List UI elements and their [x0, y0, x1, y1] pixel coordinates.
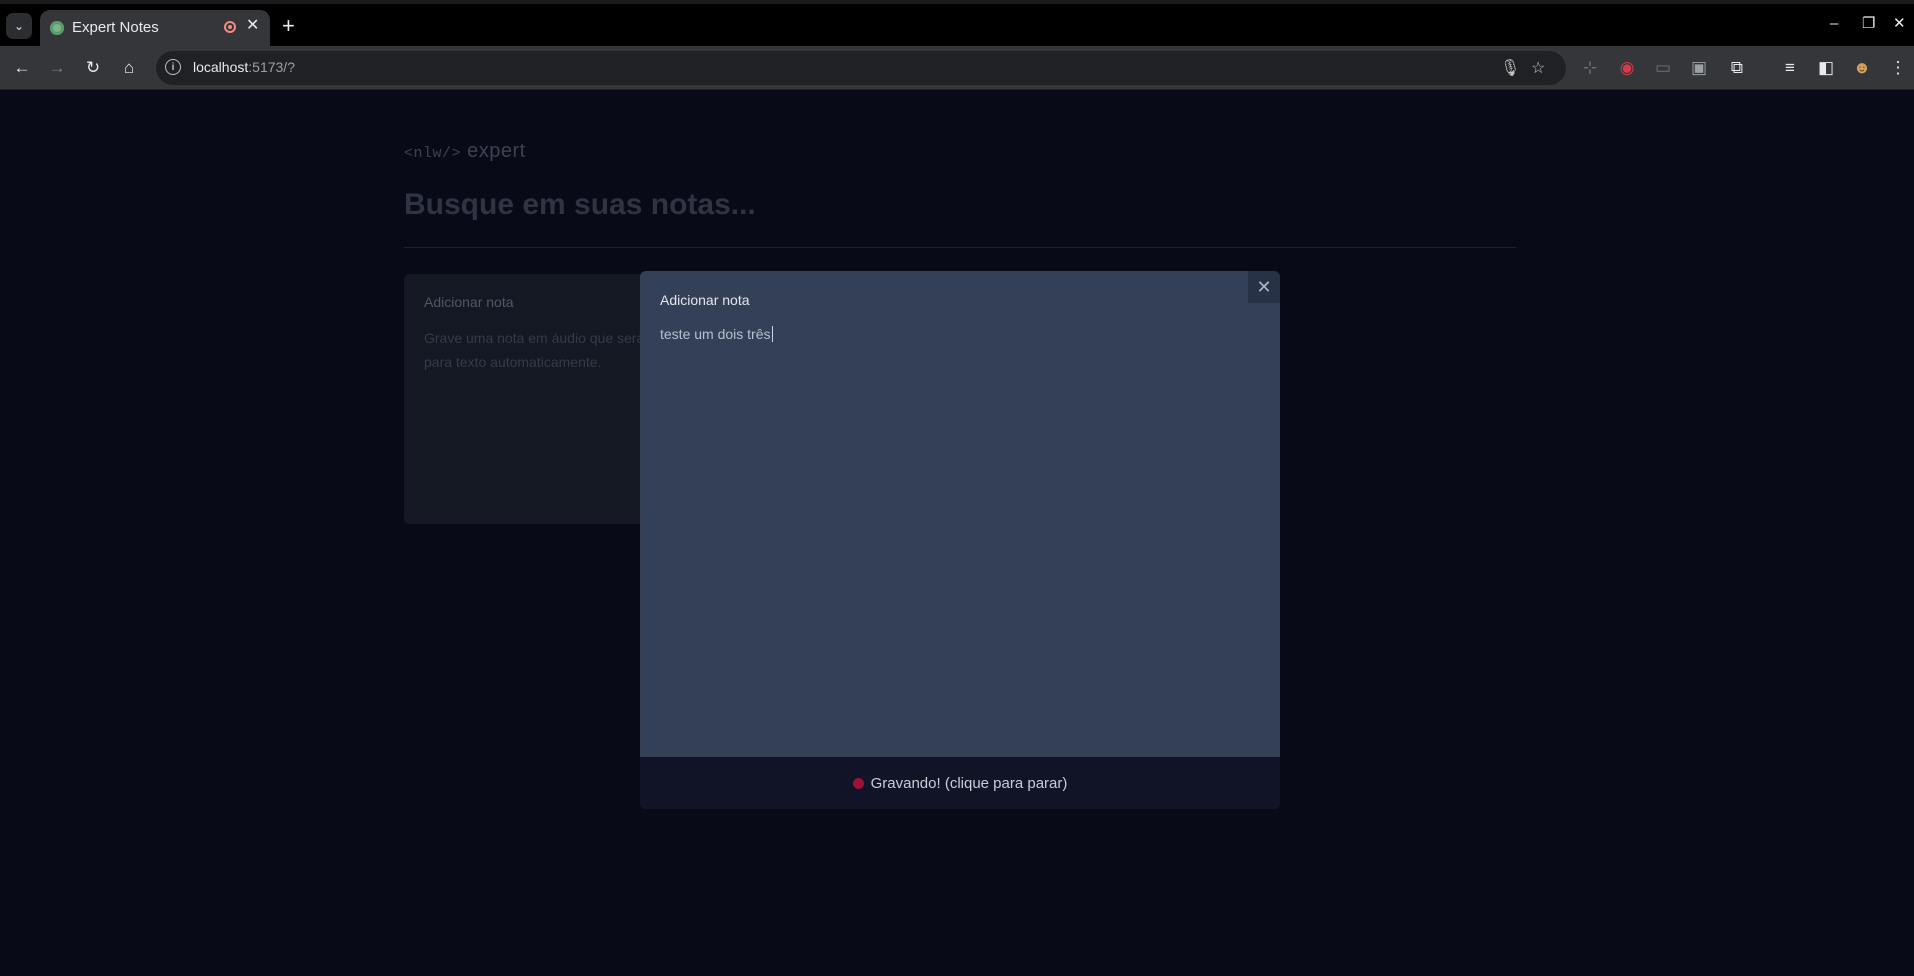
favicon-icon: [50, 21, 64, 35]
side-panel-icon[interactable]: ◧: [1814, 56, 1838, 80]
bookmark-star-icon[interactable]: ☆: [1531, 58, 1545, 78]
reload-icon[interactable]: ↻: [81, 56, 105, 80]
add-note-modal: ✕ Adicionar nota teste um dois três Grav…: [640, 271, 1280, 809]
chevron-down-icon: ⌄: [13, 19, 25, 33]
recording-dot-icon: [852, 777, 864, 789]
stop-recording-button[interactable]: Gravando! (clique para parar): [640, 757, 1280, 809]
card-description: Grave uma nota em áudio que será convert…: [424, 330, 674, 370]
close-icon[interactable]: ✕: [1248, 271, 1280, 303]
new-tab-button[interactable]: +: [282, 13, 295, 39]
browser-toolbar: ← → ↻ ⌂ i localhost:5173/? 🎙︎ ☆ ⊹ ◉ ▭ ▣ …: [0, 46, 1914, 90]
home-icon[interactable]: ⌂: [117, 56, 141, 80]
extensions-puzzle-icon[interactable]: ⧉: [1725, 56, 1749, 80]
logo: <nlw/> expert: [404, 140, 526, 162]
microphone-icon[interactable]: 🎙︎: [1500, 58, 1520, 78]
window-close-button[interactable]: ✕: [1893, 14, 1906, 34]
extension-icon[interactable]: ▭: [1651, 56, 1675, 80]
extension-icon[interactable]: ▣: [1687, 56, 1711, 80]
recording-label: Gravando! (clique para parar): [870, 774, 1068, 792]
note-content-textarea[interactable]: teste um dois três: [660, 326, 773, 342]
tab-expert-notes[interactable]: Expert Notes ✕: [40, 10, 270, 46]
restore-button[interactable]: ❐: [1862, 14, 1875, 34]
back-icon[interactable]: ←: [10, 56, 34, 80]
tab-title: Expert Notes: [72, 19, 159, 36]
minimize-button[interactable]: –: [1830, 14, 1838, 34]
url-text: localhost:5173/?: [193, 59, 295, 75]
card-title: Adicionar nota: [424, 294, 514, 310]
modal-title: Adicionar nota: [660, 292, 750, 308]
forward-icon[interactable]: →: [45, 56, 69, 80]
search-input[interactable]: Busque em suas notas...: [404, 188, 756, 222]
tab-search-button[interactable]: ⌄: [6, 13, 32, 39]
divider: [404, 247, 1516, 248]
tab-close-icon[interactable]: ✕: [246, 16, 259, 36]
media-control-icon[interactable]: ≡: [1778, 56, 1802, 80]
profile-avatar-icon[interactable]: ☻: [1850, 56, 1874, 80]
address-bar[interactable]: i localhost:5173/? 🎙︎ ☆: [156, 51, 1566, 85]
extension-icon[interactable]: ◉: [1615, 56, 1639, 80]
extension-icon[interactable]: ⊹: [1578, 56, 1602, 80]
text-caret: [771, 326, 773, 342]
menu-kebab-icon[interactable]: ⋮: [1886, 56, 1910, 80]
browser-tabstrip: ⌄ Expert Notes ✕ + – ❐ ✕: [0, 0, 1914, 46]
site-info-icon[interactable]: i: [165, 59, 181, 75]
add-note-card[interactable]: Adicionar nota Grave uma nota em áudio q…: [404, 274, 674, 524]
recording-indicator-icon: [224, 21, 236, 33]
